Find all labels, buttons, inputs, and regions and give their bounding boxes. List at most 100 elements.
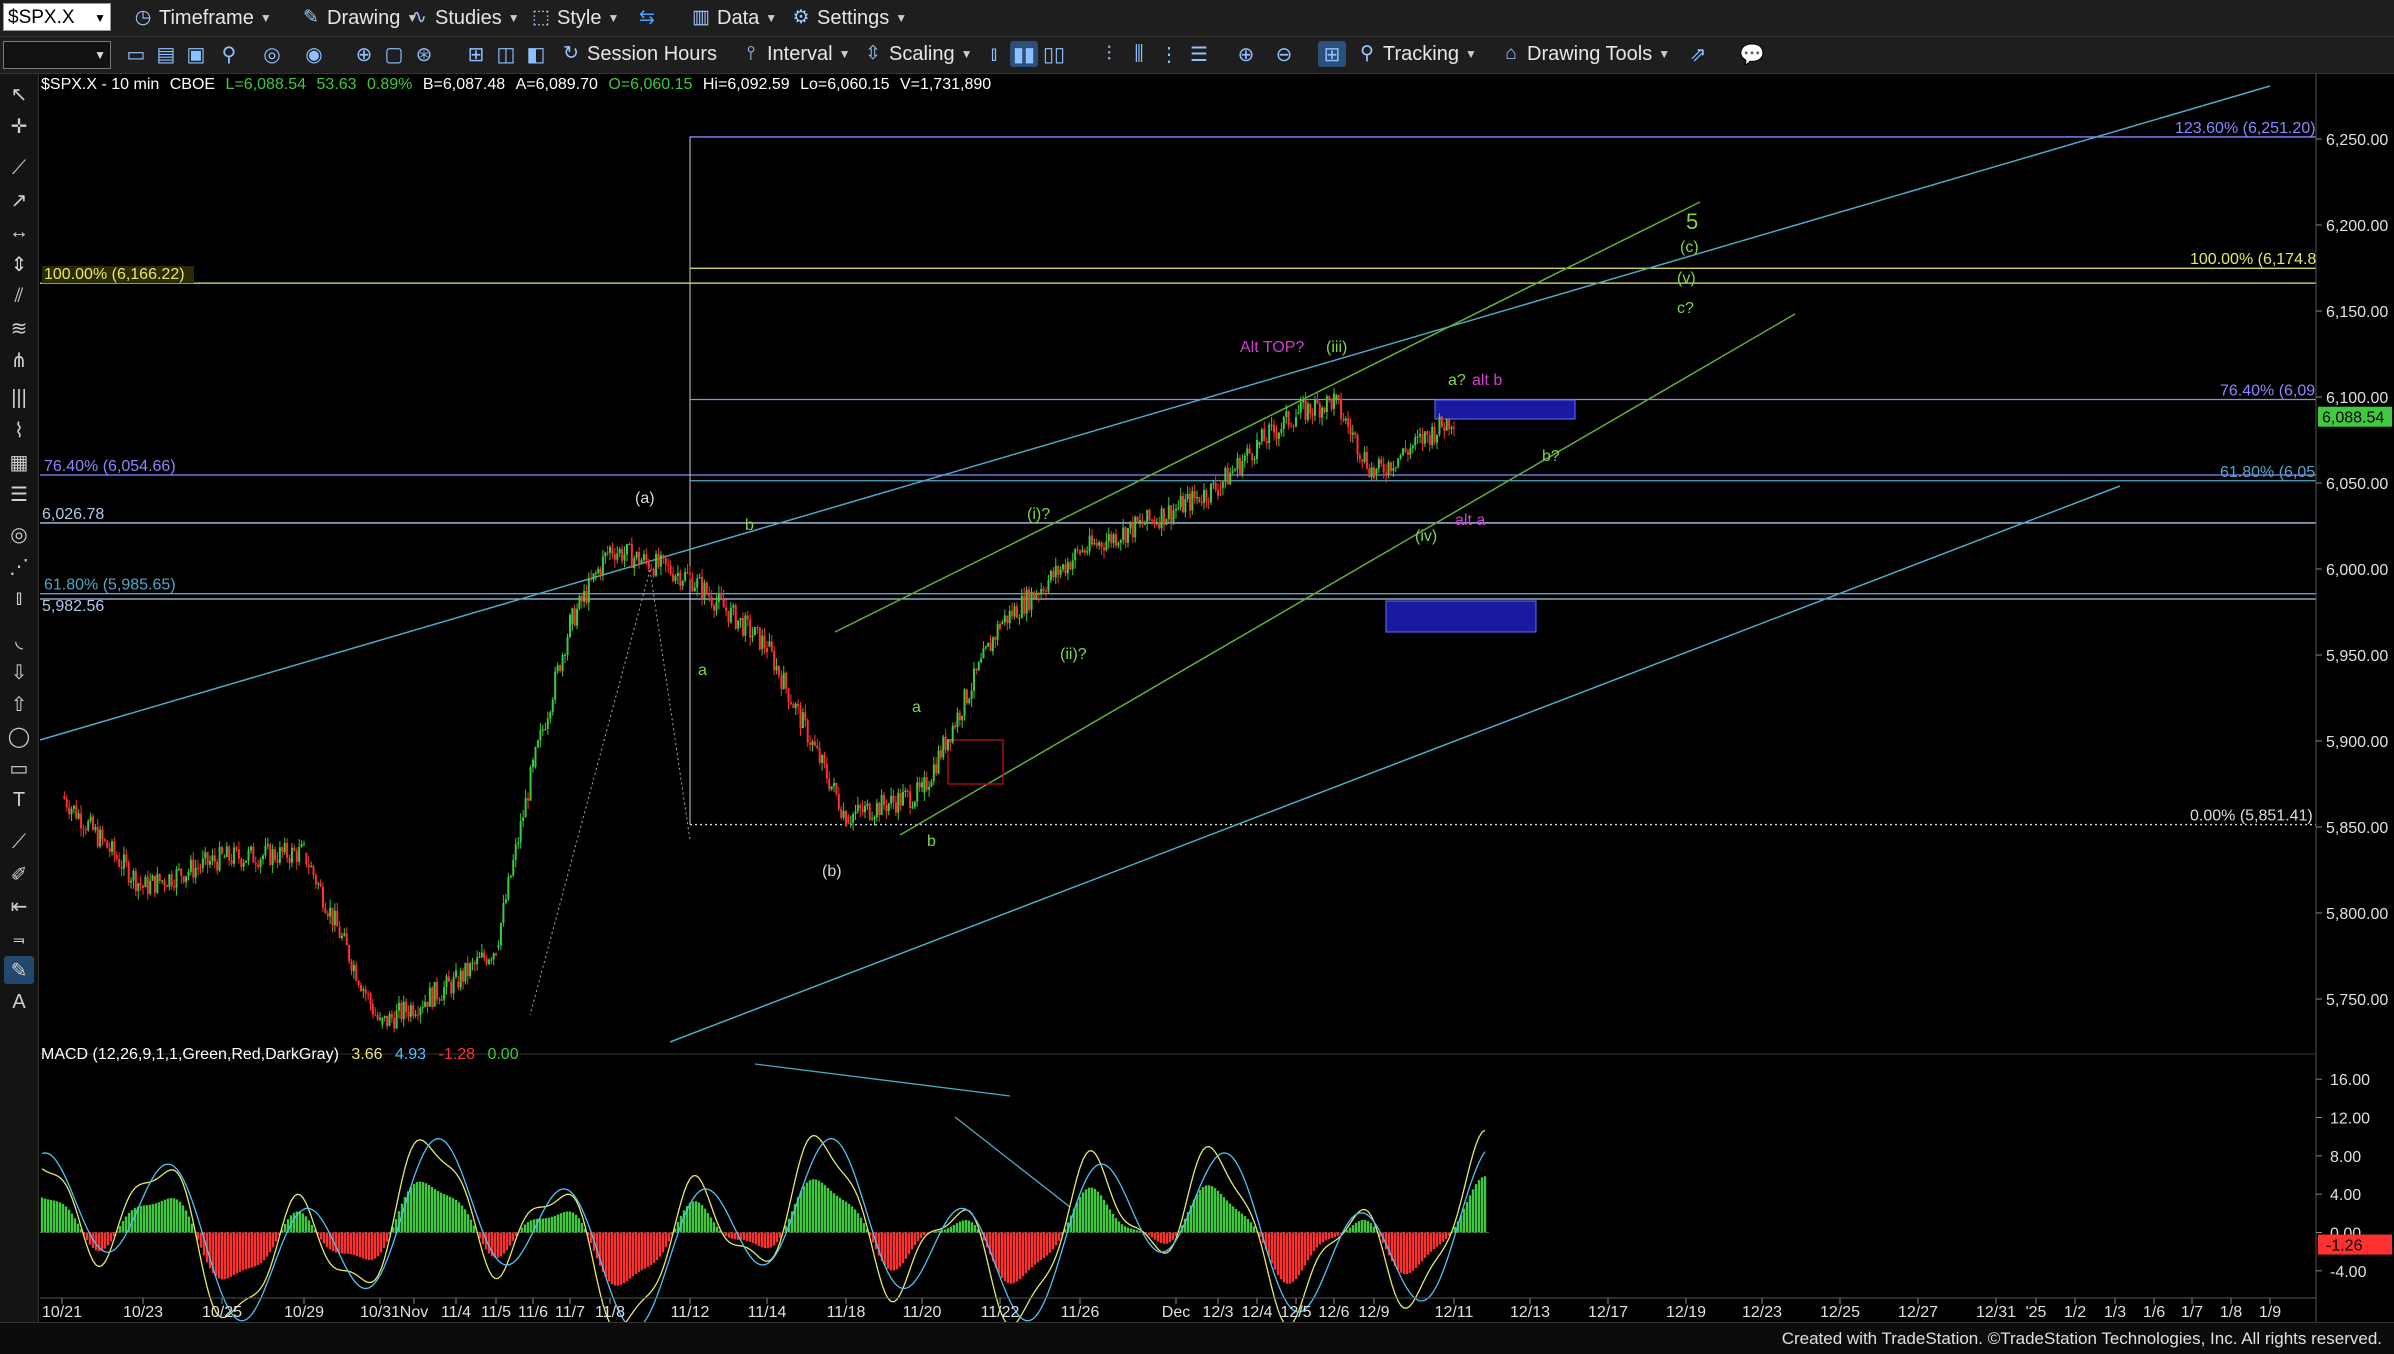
exchange: CBOE — [169, 76, 216, 93]
alert-icon[interactable]: ⊛ — [410, 41, 438, 67]
price-candle-body — [770, 641, 773, 651]
trendline-icon[interactable]: ⟋ — [4, 154, 34, 182]
interval-menu[interactable]: ⫯ Interval ▼ — [740, 41, 851, 67]
vertical-line-icon[interactable]: ⇕ — [4, 250, 34, 278]
zoom-out-bars-icon[interactable]: ⫶ — [1095, 41, 1123, 67]
pitchfork-icon[interactable]: ⋔ — [4, 346, 34, 374]
highlighter-icon[interactable]: ✐ — [4, 860, 34, 888]
price-candle-body — [768, 641, 771, 647]
price-tick-label: 6,050.00 — [2326, 476, 2388, 493]
price-candle-body — [1448, 418, 1451, 430]
price-candle-body — [341, 935, 343, 939]
drawing-tools-menu[interactable]: ⌂ Drawing Tools ▼ — [1500, 41, 1670, 67]
scaling-menu[interactable]: ⇳ Scaling ▼ — [862, 41, 972, 67]
new-chart-icon[interactable]: ▭ — [122, 41, 150, 67]
candle-style-icon[interactable]: ▮▮ — [1010, 41, 1038, 67]
panel-icon[interactable]: ◧ — [522, 41, 550, 67]
new-window-icon[interactable]: ▣ — [182, 41, 210, 67]
fib-extension-icon[interactable]: ⌇ — [4, 416, 34, 444]
scroll-icon[interactable]: ⋮ — [1155, 41, 1183, 67]
annotate-icon[interactable]: A — [4, 988, 34, 1016]
link-button[interactable]: ⇆ — [636, 5, 663, 31]
price-candle-body — [1103, 547, 1105, 551]
price-candle-body — [710, 596, 713, 606]
arrow-down-icon[interactable]: ⇩ — [4, 658, 34, 686]
save-icon[interactable]: ▢ — [380, 41, 408, 67]
session-hours-button[interactable]: ↻ Session Hours — [560, 41, 717, 67]
levels-icon[interactable]: ☰ — [4, 480, 34, 508]
ellipse-icon[interactable]: ◯ — [4, 722, 34, 750]
ray-icon[interactable]: ↗ — [4, 186, 34, 214]
arc-icon[interactable]: ◟ — [4, 626, 34, 654]
data-menu[interactable]: ▥ Data ▼ — [690, 5, 777, 31]
regression-icon[interactable]: ⫾ — [4, 584, 34, 612]
price-candle-body — [746, 615, 749, 620]
bar-style-icon[interactable]: ⫾ — [980, 41, 1008, 67]
price-candle-body — [1419, 434, 1422, 437]
macd-label: MACD (12,26,9,1,1,Green,Red,DarkGray) — [41, 1046, 339, 1063]
zoom-out-icon[interactable]: ⊖ — [1270, 41, 1298, 67]
price-candle-body — [766, 647, 768, 653]
insert-chart-icon[interactable]: ⚲ — [215, 41, 243, 67]
drawing-menu[interactable]: ✎ Drawing ▼ — [300, 5, 418, 31]
symbol-input[interactable]: $SPX.X ▼ — [3, 3, 111, 31]
arrow-up-icon[interactable]: ⇧ — [4, 690, 34, 718]
layout-icon[interactable]: ☰ — [1185, 41, 1213, 67]
price-candle-body — [720, 592, 723, 599]
bars-icon[interactable]: ||| — [4, 384, 34, 412]
price-candle-body — [1001, 622, 1004, 625]
horizontal-line-icon[interactable]: ↔ — [4, 218, 34, 246]
gann-icon[interactable]: ◎ — [4, 520, 34, 548]
settings-menu[interactable]: ⚙ Settings ▼ — [790, 5, 907, 31]
price-candle-body — [604, 552, 607, 557]
style-menu[interactable]: ⬚ Style ▼ — [530, 5, 619, 31]
price-candle-body — [298, 846, 301, 862]
tracking-menu[interactable]: ⚲ Tracking ▼ — [1356, 41, 1477, 67]
speed-icon[interactable]: ⋰ — [4, 552, 34, 580]
new-folder-icon[interactable]: ▤ — [152, 41, 180, 67]
price-candle-body — [360, 985, 362, 992]
text-icon[interactable]: T — [4, 786, 34, 814]
timeframe-menu[interactable]: ◷ Timeframe ▼ — [132, 5, 272, 31]
chart-svg[interactable]: 123.60% (6,251.20) 100.00% (6,174.87) 100.… — [0, 0, 2394, 1353]
indicator-icon[interactable]: ⊞ — [462, 41, 490, 67]
hollow-candle-icon[interactable]: ▯▯ — [1040, 41, 1068, 67]
wave-label: 5 — [1686, 209, 1698, 234]
chat-icon[interactable]: 💬 — [1738, 41, 1766, 67]
time-tick-label: 10/23 — [123, 1304, 163, 1321]
chevron-down-icon[interactable]: ▼ — [94, 48, 106, 62]
price-candle-body — [583, 590, 586, 602]
refresh-icon[interactable]: ◎ — [258, 41, 286, 67]
line-tool-icon[interactable]: ⟋ — [4, 828, 34, 856]
price-candle-body — [1321, 407, 1324, 418]
screenshot-icon[interactable]: ◫ — [492, 41, 520, 67]
zoom-symbol-icon[interactable]: ⊕ — [350, 41, 378, 67]
fib-icon[interactable]: ≋ — [4, 314, 34, 342]
chevron-down-icon[interactable]: ▼ — [94, 4, 106, 32]
draw-icon[interactable]: ✎ — [4, 956, 34, 984]
measure-icon[interactable]: ⇤ — [4, 892, 34, 920]
price-candle-body — [480, 952, 483, 958]
chart-selector[interactable]: ▼ — [3, 41, 111, 69]
channel-icon[interactable]: ⫽ — [4, 282, 34, 310]
price-candle-body — [1292, 426, 1295, 428]
time-tick-label: 12/23 — [1742, 1304, 1782, 1321]
zoom-in-bars-icon[interactable]: ⫼ — [1125, 41, 1153, 67]
price-candle-body — [756, 627, 759, 629]
style-icon: ⬚ — [532, 7, 550, 28]
pointer-icon[interactable]: ↖ — [4, 80, 34, 108]
fib-level-label: 5,982.56 — [42, 598, 104, 615]
grid-icon[interactable]: ⊞ — [1318, 41, 1346, 67]
studies-menu[interactable]: ∿ Studies ▼ — [408, 5, 520, 31]
symbol-search-icon[interactable]: ◉ — [300, 41, 328, 67]
rectangle-icon[interactable]: ▭ — [4, 754, 34, 782]
price-candle-body — [345, 933, 348, 946]
price-candle-body — [672, 574, 675, 581]
zoom-in-icon[interactable]: ⊕ — [1232, 41, 1260, 67]
price-candle-body — [350, 961, 353, 971]
ruler-icon[interactable]: ⫬ — [4, 924, 34, 952]
crosshair-icon[interactable]: ✛ — [4, 112, 34, 140]
time-tick-label: 12/13 — [1510, 1304, 1550, 1321]
export-icon[interactable]: ⇗ — [1684, 41, 1712, 67]
table-icon[interactable]: ▦ — [4, 448, 34, 476]
